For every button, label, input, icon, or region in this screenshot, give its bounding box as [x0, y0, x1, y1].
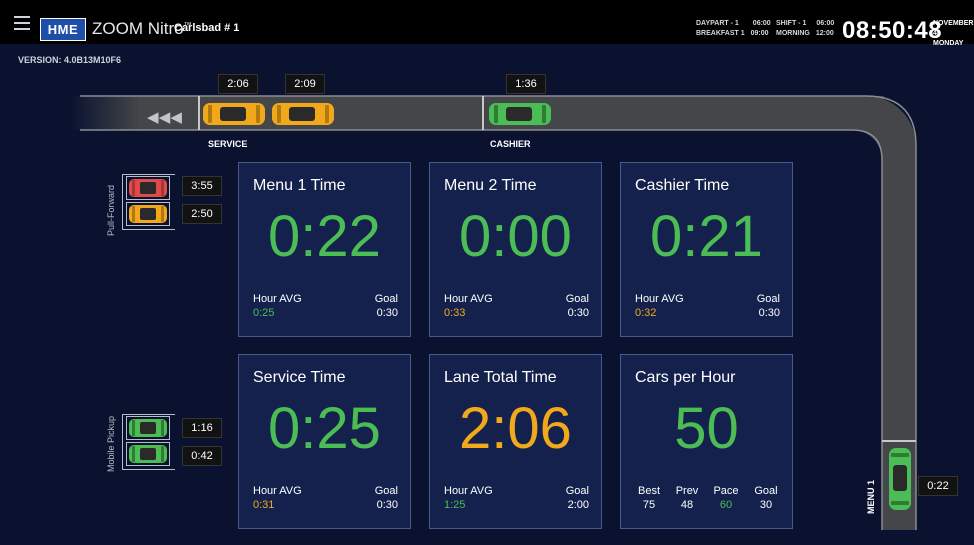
goal-value: 0:30 — [758, 307, 780, 319]
goal-value: 0:30 — [567, 307, 589, 319]
lane-total-time-card[interactable]: Lane Total Time 2:06 Hour AVG 1:25 Goal … — [429, 354, 602, 529]
hour-avg-value: 0:31 — [253, 499, 275, 511]
card-title: Service Time — [253, 369, 346, 386]
card-title: Cashier Time — [635, 177, 730, 194]
cars-per-hour-card[interactable]: Cars per Hour 50 Best 75 Prev 48 Pace 60… — [620, 354, 793, 529]
hour-avg-label: Hour AVG — [444, 293, 493, 305]
card-value: 50 — [674, 396, 739, 461]
pull-forward-time-2: 2:50 — [182, 204, 222, 224]
mobile-pickup-time-2: 0:42 — [182, 446, 222, 466]
goal-value: 30 — [759, 499, 773, 511]
goal-value: 0:30 — [376, 499, 398, 511]
goal-label: Goal — [374, 293, 398, 305]
menu1-car-time: 0:22 — [918, 476, 958, 496]
goal-label: Goal — [756, 293, 780, 305]
goal-label: Goal — [754, 485, 778, 497]
goal-value: 2:00 — [567, 499, 589, 511]
hour-avg-value: 0:25 — [253, 307, 275, 319]
hour-avg-value: 0:32 — [635, 307, 657, 319]
hour-avg-label: Hour AVG — [444, 485, 493, 497]
car-icon[interactable] — [888, 447, 912, 511]
goal-label: Goal — [565, 293, 589, 305]
mobile-pickup-label: Mobile Pickup — [106, 415, 116, 472]
prev-label: Prev — [675, 485, 699, 497]
card-value: 2:06 — [459, 396, 572, 461]
menu1-label: MENU 1 — [866, 479, 876, 514]
card-value: 0:22 — [268, 204, 381, 269]
menu1-time-card[interactable]: Menu 1 Time 0:22 Hour AVG 0:25 Goal 0:30 — [238, 162, 411, 337]
card-value: 0:21 — [650, 204, 763, 269]
service-car-time-2: 2:09 — [285, 74, 325, 94]
cashier-time-card[interactable]: Cashier Time 0:21 Hour AVG 0:32 Goal 0:3… — [620, 162, 793, 337]
pull-forward-label: Pull-Forward — [106, 184, 116, 236]
goal-label: Goal — [374, 485, 398, 497]
car-icon[interactable] — [128, 418, 168, 438]
hour-avg-label: Hour AVG — [253, 293, 302, 305]
card-value: 0:25 — [268, 396, 381, 461]
service-car-time-1: 2:06 — [218, 74, 258, 94]
car-icon[interactable] — [128, 444, 168, 464]
car-icon[interactable] — [202, 102, 266, 126]
car-icon[interactable] — [271, 102, 335, 126]
card-value: 0:00 — [459, 204, 572, 269]
prev-value: 48 — [680, 499, 694, 511]
menu2-time-card[interactable]: Menu 2 Time 0:00 Hour AVG 0:33 Goal 0:30 — [429, 162, 602, 337]
pace-label: Pace — [713, 485, 739, 497]
best-value: 75 — [642, 499, 656, 511]
goal-label: Goal — [565, 485, 589, 497]
hour-avg-label: Hour AVG — [635, 293, 684, 305]
hour-avg-label: Hour AVG — [253, 485, 302, 497]
card-title: Menu 2 Time — [444, 177, 537, 194]
queue-chevron-icon: ◀ ◀ ◀ — [147, 109, 182, 126]
card-title: Cars per Hour — [635, 369, 736, 386]
hour-avg-value: 0:33 — [444, 307, 466, 319]
service-label: SERVICE — [208, 139, 248, 149]
pace-value: 60 — [719, 499, 733, 511]
cashier-car-time: 1:36 — [506, 74, 546, 94]
hour-avg-value: 1:25 — [444, 499, 466, 511]
car-icon[interactable] — [128, 178, 168, 198]
car-icon[interactable] — [128, 204, 168, 224]
service-time-card[interactable]: Service Time 0:25 Hour AVG 0:31 Goal 0:3… — [238, 354, 411, 529]
card-title: Lane Total Time — [444, 369, 557, 386]
best-label: Best — [637, 485, 660, 497]
pull-forward-time-1: 3:55 — [182, 176, 222, 196]
goal-value: 0:30 — [376, 307, 398, 319]
mobile-pickup-time-1: 1:16 — [182, 418, 222, 438]
car-icon[interactable] — [488, 102, 552, 126]
cashier-label: CASHIER — [490, 139, 531, 149]
card-title: Menu 1 Time — [253, 177, 346, 194]
